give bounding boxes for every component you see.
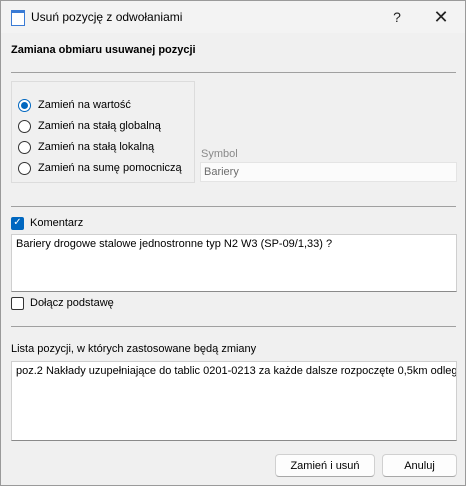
list-item[interactable]: poz.2 Nakłady uzupełniające do tablic 02… xyxy=(16,365,456,377)
positions-list[interactable]: poz.2 Nakłady uzupełniające do tablic 02… xyxy=(11,361,457,441)
comment-checkbox[interactable]: ✓ xyxy=(11,216,24,230)
attach-basis-checkbox[interactable] xyxy=(11,296,24,310)
symbol-input[interactable]: Bariery xyxy=(200,162,457,182)
divider xyxy=(11,326,456,327)
window-app-icon xyxy=(11,10,25,26)
close-button[interactable]: ✕ xyxy=(419,1,463,33)
help-button[interactable]: ? xyxy=(375,1,419,33)
radio-label: Zamień na sumę pomocniczą xyxy=(38,162,182,174)
radio-replace-local-constant[interactable]: Zamień na stałą lokalną xyxy=(18,139,154,155)
dialog-window: Usuń pozycję z odwołaniami ? ✕ Zamiana o… xyxy=(0,0,466,486)
radio-replace-global-constant[interactable]: Zamień na stałą globalną xyxy=(18,118,161,134)
attach-basis-checkbox-row[interactable]: Dołącz podstawę xyxy=(11,296,114,310)
positions-list-label: Lista pozycji, w których zastosowane będ… xyxy=(11,343,257,355)
title-bar: Usuń pozycję z odwołaniami ? ✕ xyxy=(1,1,465,33)
radio-label: Zamień na wartość xyxy=(38,99,131,111)
divider xyxy=(11,206,456,207)
radio-replace-value[interactable]: Zamień na wartość xyxy=(18,97,131,113)
comment-textarea[interactable]: Bariery drogowe stalowe jednostronne typ… xyxy=(11,234,457,292)
section-heading: Zamiana obmiaru usuwanej pozycji xyxy=(11,44,196,56)
divider xyxy=(11,72,456,73)
symbol-label: Symbol xyxy=(201,148,238,160)
attach-basis-label: Dołącz podstawę xyxy=(30,297,114,309)
question-mark-icon: ? xyxy=(393,9,401,25)
comment-checkbox-row[interactable]: ✓ Komentarz xyxy=(11,216,83,230)
cancel-button[interactable]: Anuluj xyxy=(382,454,457,477)
comment-label: Komentarz xyxy=(30,217,84,229)
radio-button[interactable] xyxy=(18,119,31,133)
radio-label: Zamień na stałą lokalną xyxy=(38,141,155,153)
radio-replace-aux-sum[interactable]: Zamień na sumę pomocniczą xyxy=(18,160,182,176)
close-icon: ✕ xyxy=(433,6,449,27)
replace-and-delete-button[interactable]: Zamień i usuń xyxy=(275,454,375,477)
radio-button-checked[interactable] xyxy=(18,98,31,112)
radio-button[interactable] xyxy=(18,140,31,154)
window-title: Usuń pozycję z odwołaniami xyxy=(31,10,183,24)
radio-label: Zamień na stałą globalną xyxy=(38,120,161,132)
radio-button[interactable] xyxy=(18,161,31,175)
